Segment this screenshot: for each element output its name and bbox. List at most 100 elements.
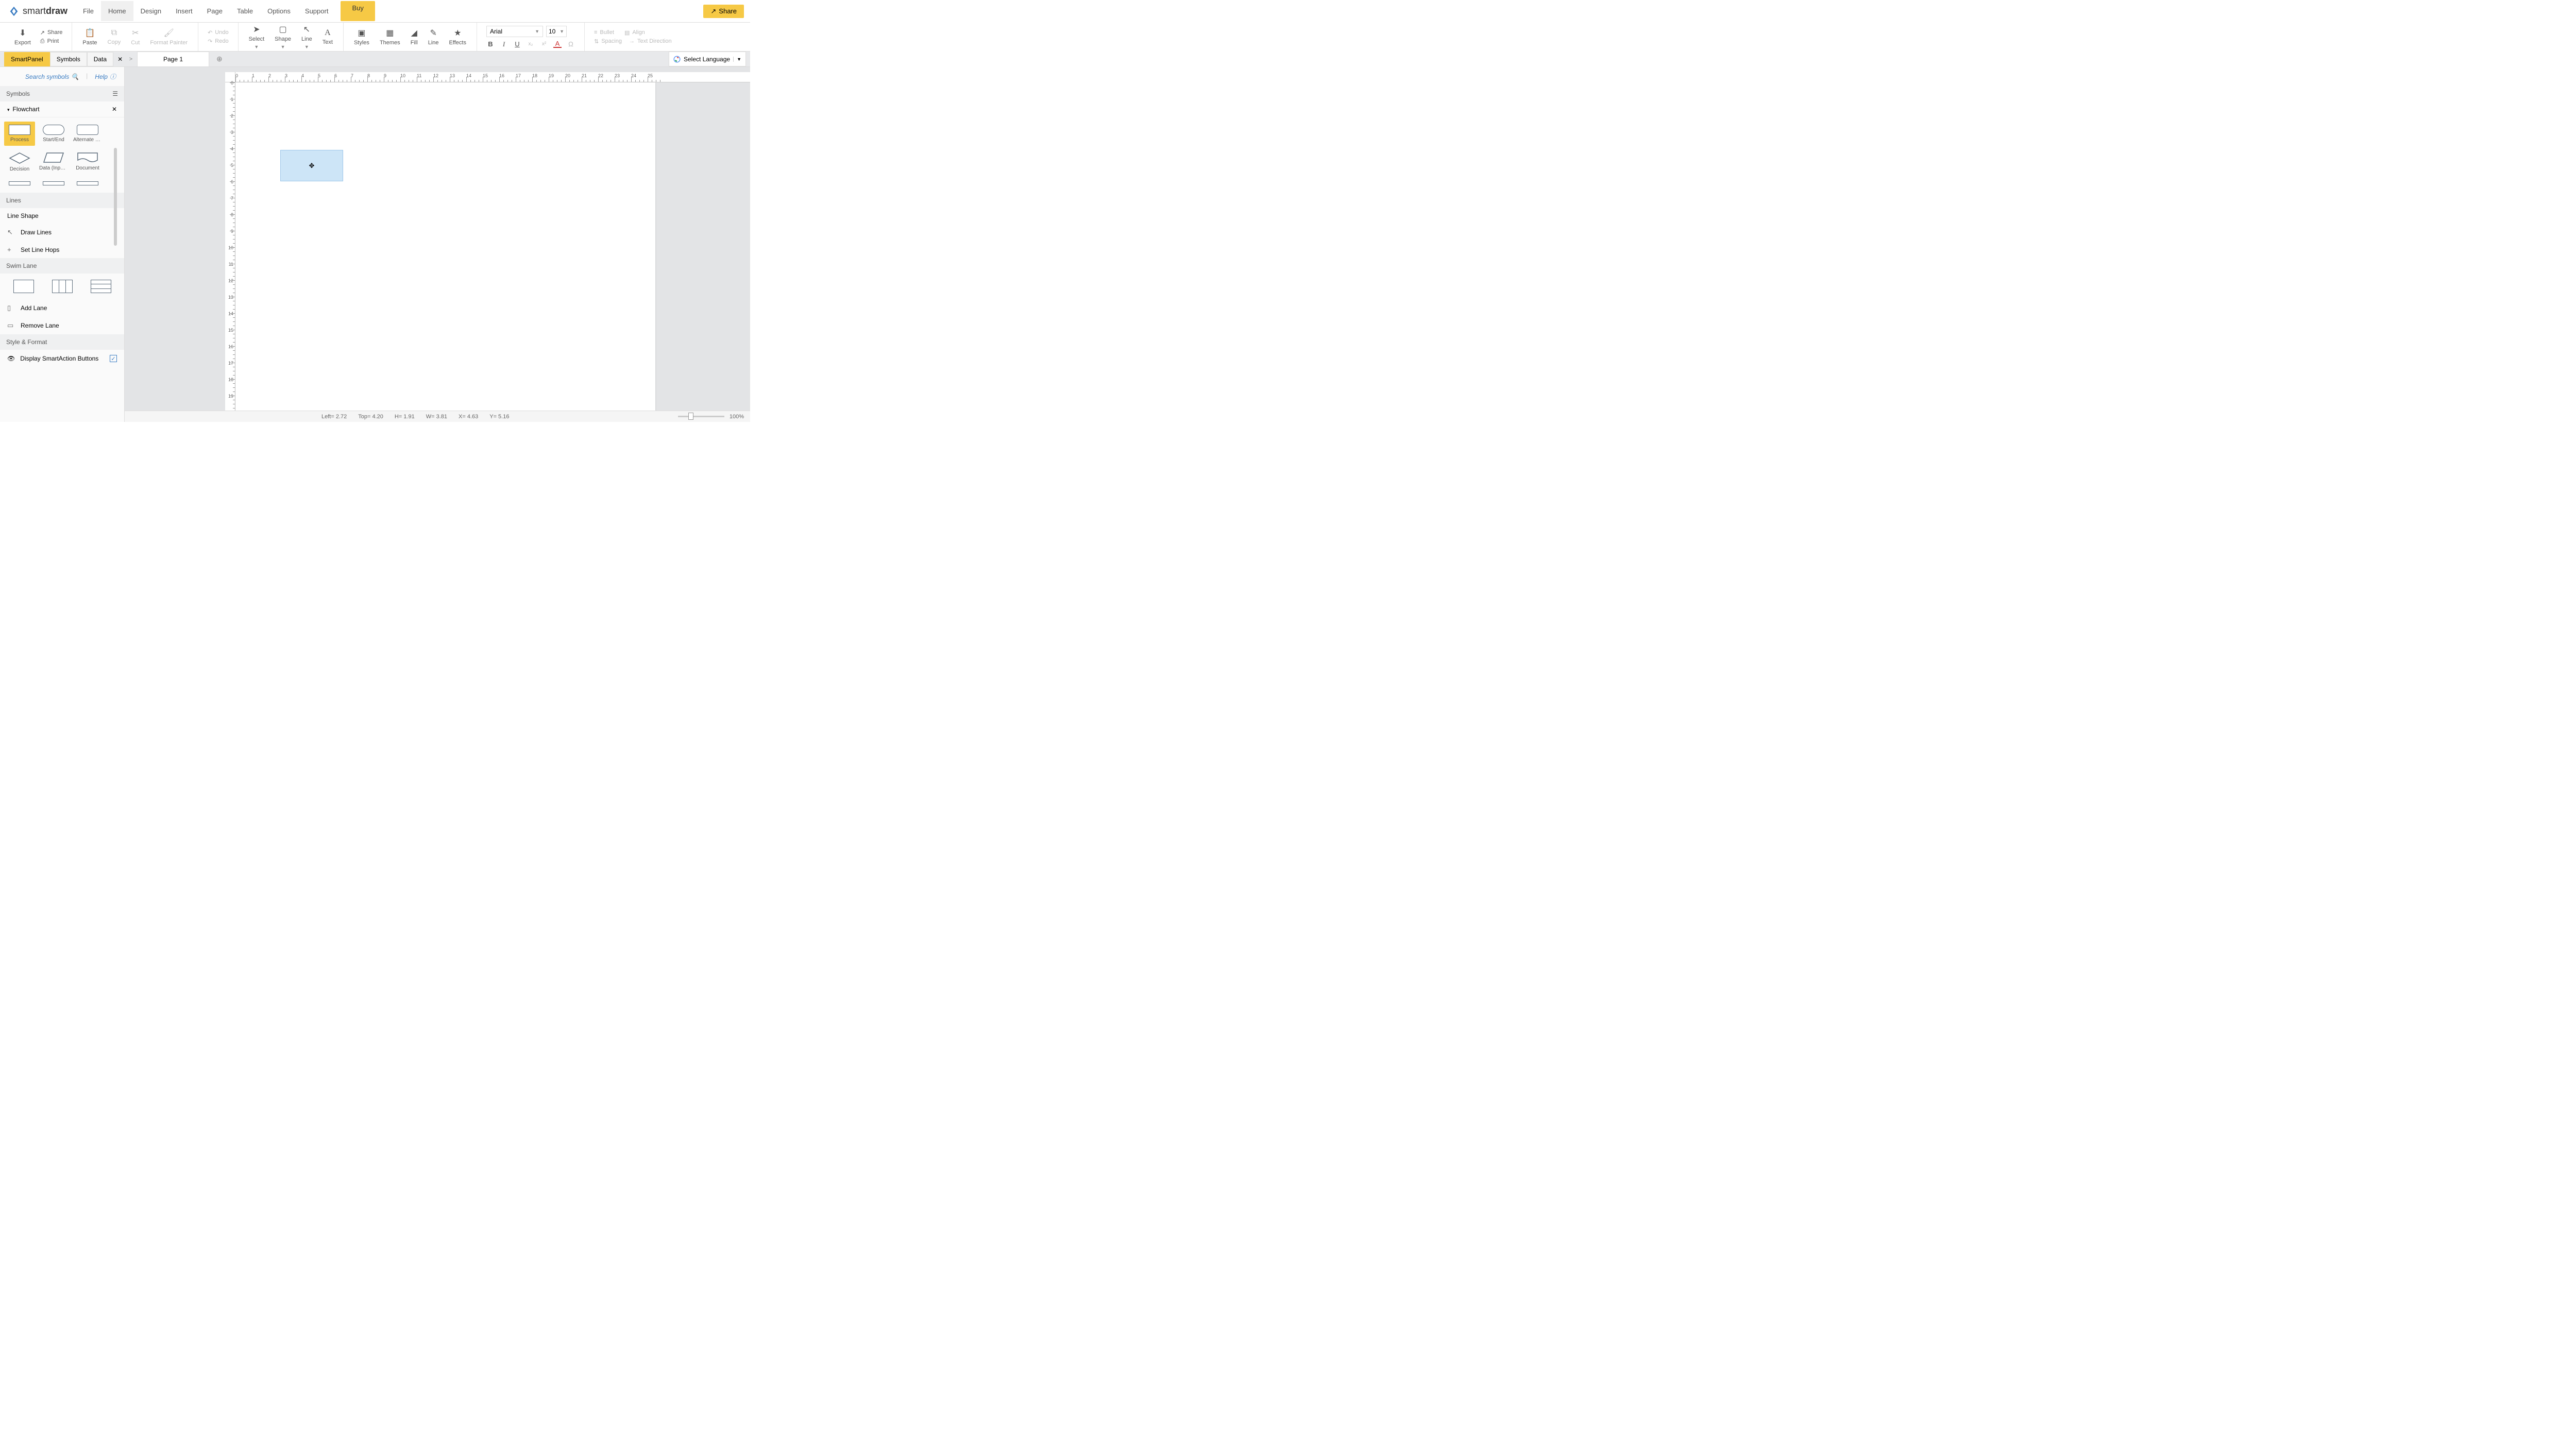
style-format-header: Style & Format	[0, 334, 124, 350]
themes-button[interactable]: ▦Themes	[375, 23, 405, 51]
line-style-button[interactable]: ✎Line	[423, 23, 444, 51]
chevron-down-icon: ▼	[733, 57, 741, 62]
swim-horizontal[interactable]	[91, 280, 111, 293]
cut-button[interactable]: ✂Cut	[126, 23, 145, 51]
align-button[interactable]: ▤Align	[624, 29, 645, 36]
search-symbols-link[interactable]: Search symbols 🔍	[25, 72, 79, 81]
canvas-page[interactable]: ✥	[235, 82, 655, 412]
chevron-down-icon: ▼	[254, 44, 259, 49]
spacing-button[interactable]: ⇅Spacing	[594, 38, 622, 45]
status-y: Y= 5.16	[489, 414, 509, 420]
buy-button[interactable]: Buy	[341, 1, 375, 21]
add-page-button[interactable]: ⊕	[209, 52, 230, 66]
print-button[interactable]: ⎙Print	[40, 38, 63, 45]
swim-vertical[interactable]	[52, 280, 73, 293]
font-size-select[interactable]: 10▼	[546, 26, 567, 37]
menu-design[interactable]: Design	[133, 1, 168, 21]
export-button[interactable]: ⬇Export	[9, 23, 36, 51]
copy-button[interactable]: ⧉Copy	[103, 23, 126, 51]
page-tab-1[interactable]: Page 1	[137, 52, 209, 66]
line-tool[interactable]: ↖Line▼	[296, 23, 317, 51]
undo-button[interactable]: ↶Undo	[208, 29, 229, 36]
flowchart-category[interactable]: ▾Flowchart ✕	[0, 101, 124, 117]
menu-table[interactable]: Table	[230, 1, 260, 21]
zoom-thumb[interactable]	[688, 413, 693, 420]
direction-icon: →	[629, 38, 635, 44]
line-shape-dropdown[interactable]: Line Shape▾	[0, 208, 124, 224]
font-color-button[interactable]: A	[553, 40, 562, 48]
scrollbar[interactable]	[114, 148, 117, 246]
collapse-button[interactable]: >	[125, 56, 137, 62]
menu-support[interactable]: Support	[298, 1, 336, 21]
shape-more-1[interactable]	[4, 178, 35, 189]
tab-data[interactable]: Data	[87, 52, 113, 66]
main-area: Search symbols 🔍 | Help ⓘ Symbols ☰ ▾Flo…	[0, 67, 750, 422]
select-tool[interactable]: ➤Select▼	[244, 23, 270, 51]
spacing-icon: ⇅	[594, 38, 599, 45]
remove-lane-button[interactable]: ▭Remove Lane	[0, 317, 124, 334]
smartaction-checkbox[interactable]: ✓	[110, 355, 117, 362]
symbols-title: Symbols	[6, 90, 30, 97]
shape-alternate[interactable]: Alternate Pr...	[72, 122, 103, 146]
redo-icon: ↷	[208, 38, 212, 45]
menu-icon[interactable]: ☰	[112, 90, 118, 97]
close-icon[interactable]: ✕	[112, 106, 117, 113]
display-smart-label: Display SmartAction Buttons	[20, 355, 98, 362]
dropped-process-shape[interactable]: ✥	[280, 150, 343, 181]
ribbon-group-clipboard: 📋Paste ⧉Copy ✂Cut 🖌Format Painter	[72, 23, 198, 51]
canvas-area: 0123456789101112131415161718192021222324…	[125, 67, 750, 422]
redo-button[interactable]: ↷Redo	[208, 38, 229, 45]
superscript-button[interactable]: x²	[540, 41, 548, 47]
tab-symbols[interactable]: Symbols	[50, 52, 87, 66]
caret-down-icon: ▾	[7, 107, 10, 112]
font-family-select[interactable]: Arial▼	[486, 26, 543, 37]
shape-document[interactable]: Document	[72, 149, 103, 175]
menu-options[interactable]: Options	[260, 1, 298, 21]
menu-insert[interactable]: Insert	[168, 1, 200, 21]
shape-decision[interactable]: Decision	[4, 149, 35, 175]
line-shape-label: Line Shape	[7, 212, 39, 219]
paste-button[interactable]: 📋Paste	[77, 23, 102, 51]
shape-data[interactable]: Data (Input...	[38, 149, 69, 175]
ruler-container: 0123456789101112131415161718192021222324…	[225, 72, 750, 411]
fill-button[interactable]: ◢Fill	[405, 23, 423, 51]
shape-process[interactable]: Process	[4, 122, 35, 146]
shape-tool[interactable]: ▢Shape▼	[269, 23, 296, 51]
size-value: 10	[549, 28, 555, 35]
bold-button[interactable]: B	[486, 40, 495, 48]
menu-page[interactable]: Page	[200, 1, 230, 21]
shape-more-3[interactable]	[72, 178, 103, 189]
shape-label: Decision	[5, 166, 34, 172]
cursor-icon: ➤	[253, 24, 260, 35]
italic-button[interactable]: I	[500, 40, 508, 48]
language-select[interactable]: Select Language ▼	[669, 52, 746, 66]
effects-button[interactable]: ★Effects	[444, 23, 471, 51]
shape-more-2[interactable]	[38, 178, 69, 189]
swim-single[interactable]	[13, 280, 34, 293]
set-line-hops-button[interactable]: +Set Line Hops	[0, 241, 124, 258]
underline-button[interactable]: U	[513, 40, 521, 48]
draw-lines-button[interactable]: ↖Draw Lines	[0, 224, 124, 241]
add-lane-button[interactable]: ▯Add Lane	[0, 299, 124, 317]
text-direction-button[interactable]: →Text Direction	[629, 38, 672, 45]
share-button-top[interactable]: ↗ Share	[703, 5, 744, 18]
bullet-button[interactable]: ≡Bullet	[594, 29, 614, 36]
zoom-slider[interactable]	[678, 416, 724, 417]
help-link[interactable]: Help ⓘ	[95, 72, 116, 81]
styles-button[interactable]: ▣Styles	[349, 23, 375, 51]
subscript-button[interactable]: x₂	[527, 41, 535, 47]
share-button[interactable]: ↗Share	[40, 29, 63, 36]
symbol-button[interactable]: Ω	[567, 40, 575, 48]
menu-file[interactable]: File	[76, 1, 101, 21]
search-label: Search symbols	[25, 73, 69, 80]
ribbon-group-file: ⬇Export ↗Share ⎙Print	[4, 23, 72, 51]
status-h: H= 1.91	[395, 414, 415, 420]
menu-home[interactable]: Home	[101, 1, 133, 21]
text-tool[interactable]: AText	[317, 23, 338, 51]
themes-label: Themes	[380, 40, 400, 46]
undo-icon: ↶	[208, 29, 212, 36]
shape-start-end[interactable]: Start/End	[38, 122, 69, 146]
tab-smartpanel[interactable]: SmartPanel	[4, 52, 50, 66]
sidebar-search-row: Search symbols 🔍 | Help ⓘ	[0, 67, 124, 86]
format-painter-button[interactable]: 🖌Format Painter	[145, 23, 193, 51]
